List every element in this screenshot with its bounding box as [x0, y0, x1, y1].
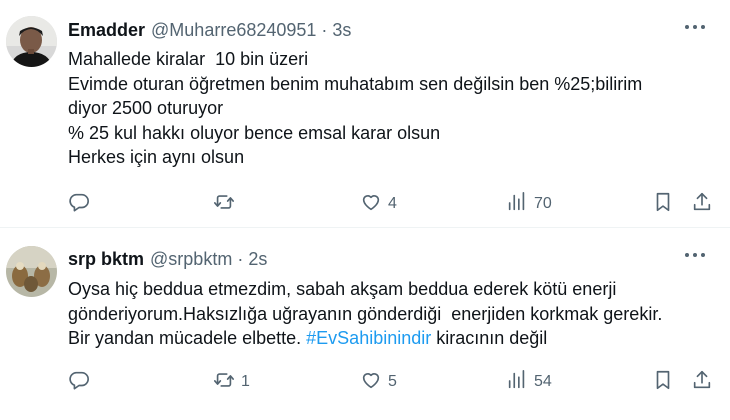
- separator: ·: [321, 19, 328, 40]
- reply-button[interactable]: [68, 189, 96, 219]
- avatar[interactable]: [6, 246, 57, 297]
- share-button[interactable]: [691, 367, 713, 397]
- user-handle[interactable]: @Muharre68240951: [151, 20, 316, 41]
- bookmark-icon: [652, 369, 674, 396]
- reply-icon: [68, 369, 90, 396]
- share-button[interactable]: [691, 189, 713, 219]
- bookmark-button[interactable]: [652, 189, 674, 219]
- views-button[interactable]: 54: [506, 367, 552, 397]
- like-count: 4: [388, 195, 397, 212]
- separator: ·: [237, 248, 244, 269]
- tweet-text: Mahallede kiralar 10 bin üzeri Evimde ot…: [68, 49, 643, 167]
- retweet-button[interactable]: [213, 189, 241, 219]
- tweet-header: srp bktm @srpbktm · 2s: [68, 247, 267, 271]
- like-button[interactable]: 4: [360, 189, 397, 219]
- views-icon: [506, 191, 528, 218]
- like-button[interactable]: 5: [360, 367, 397, 397]
- share-icon: [691, 191, 713, 218]
- views-count: 70: [534, 195, 552, 212]
- share-icon: [691, 369, 713, 396]
- action-bar: 4 70: [0, 189, 730, 219]
- retweet-icon: [213, 369, 235, 396]
- action-bar: 1 5 54: [0, 367, 730, 397]
- timestamp[interactable]: 3s: [332, 20, 351, 41]
- tweet-text-part: kiracının değil: [431, 328, 548, 348]
- views-count: 54: [534, 373, 552, 390]
- timestamp[interactable]: 2s: [248, 249, 267, 270]
- more-icon[interactable]: [680, 14, 710, 40]
- retweet-button[interactable]: 1: [213, 367, 250, 397]
- user-handle[interactable]: @srpbktm: [150, 249, 232, 270]
- tweet-text: Oysa hiç beddua etmezdim, sabah akşam be…: [68, 277, 708, 351]
- tweet-header: Emadder @Muharre68240951 · 3s: [68, 18, 351, 42]
- retweet-count: 1: [241, 373, 250, 390]
- heart-icon: [360, 191, 382, 218]
- hashtag-link[interactable]: #EvSahibinindir: [306, 328, 431, 348]
- reply-button[interactable]: [68, 367, 96, 397]
- like-count: 5: [388, 373, 397, 390]
- bookmark-icon: [652, 191, 674, 218]
- display-name[interactable]: srp bktm: [68, 249, 144, 270]
- views-button[interactable]: 70: [506, 189, 552, 219]
- heart-icon: [360, 369, 382, 396]
- display-name[interactable]: Emadder: [68, 20, 145, 41]
- more-icon[interactable]: [680, 242, 710, 268]
- reply-icon: [68, 191, 90, 218]
- bookmark-button[interactable]: [652, 367, 674, 397]
- tweet[interactable]: srp bktm @srpbktm · 2s Oysa hiç beddua e…: [0, 228, 730, 420]
- tweet[interactable]: Emadder @Muharre68240951 · 3s Mahallede …: [0, 0, 730, 227]
- avatar[interactable]: [6, 16, 57, 67]
- views-icon: [506, 369, 528, 396]
- retweet-icon: [213, 191, 235, 218]
